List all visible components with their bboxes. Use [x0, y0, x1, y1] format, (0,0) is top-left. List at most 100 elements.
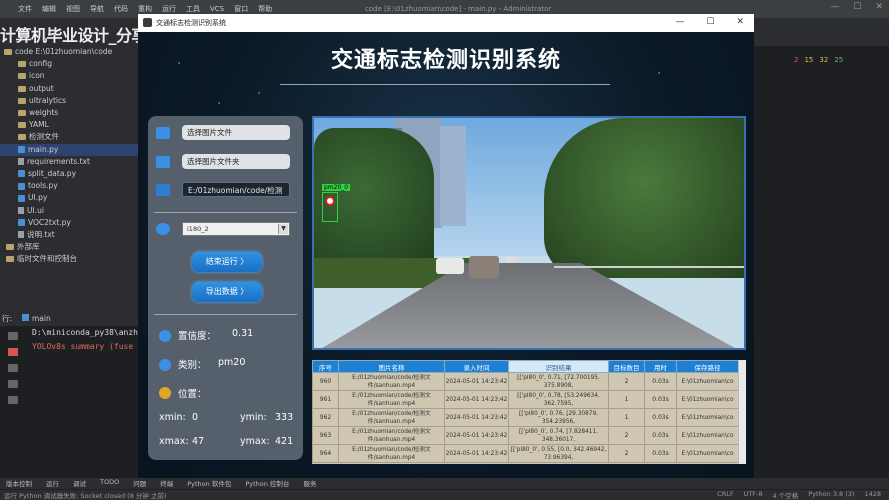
scroll-icon[interactable] [8, 364, 18, 372]
model-select[interactable]: i180_2 ▼ [182, 222, 290, 236]
close-icon[interactable]: ✕ [875, 2, 883, 12]
run-tab[interactable]: 行: main [0, 312, 138, 326]
table-row[interactable]: 963 E:/01zhuomian/code/检测文件/sanhuan.mp4 … [312, 426, 739, 445]
menu-help[interactable]: 帮助 [258, 4, 272, 14]
column-header-selected[interactable]: 识别结果 [508, 360, 609, 373]
tab-todo[interactable]: TODO [100, 478, 119, 489]
run-line: YOLOv8s summary (fuse [32, 342, 134, 351]
menu-run[interactable]: 运行 [162, 4, 176, 14]
column-header[interactable]: 用时 [644, 360, 677, 373]
column-header[interactable]: 目标数目 [608, 360, 645, 373]
print-icon[interactable] [8, 380, 18, 388]
tree-item[interactable]: requirements.txt [0, 156, 138, 168]
cell-save-path: E:\01zhuomian\co [676, 390, 739, 409]
folder-icon[interactable] [156, 155, 170, 168]
image-building [440, 126, 466, 226]
cell-duration: 0.03s [644, 426, 677, 445]
tree-item[interactable]: output [0, 83, 138, 95]
table-row[interactable]: 961 E:/01zhuomian/code/检测文件/sanhuan.mp4 … [312, 390, 739, 409]
tree-item[interactable]: VOC2txt.py [0, 217, 138, 229]
tree-item[interactable]: tools.py [0, 180, 138, 192]
tree-item-external-libs[interactable]: 外部库 [0, 241, 138, 253]
tab-run[interactable]: 运行 [46, 478, 59, 489]
result-table: 序号 图片名称 录入时间 识别结果 目标数目 用时 保存路径 960 E:/01… [312, 360, 746, 464]
chevron-down-icon[interactable]: ▼ [278, 224, 288, 234]
table-header-row: 序号 图片名称 录入时间 识别结果 目标数目 用时 保存路径 [312, 360, 739, 373]
tree-item[interactable]: 检测文件 [0, 131, 138, 143]
column-header[interactable]: 序号 [312, 360, 339, 373]
choose-image-button[interactable]: 选择图片文件 [182, 125, 290, 140]
menu-vcs[interactable]: VCS [210, 5, 224, 13]
weak-warning-count: 32 [819, 56, 829, 64]
cell-time: 2024-05-01 14:23:42 [444, 408, 509, 427]
menu-edit[interactable]: 编辑 [42, 4, 56, 14]
menu-file[interactable]: 文件 [18, 4, 32, 14]
menu-code[interactable]: 代码 [114, 4, 128, 14]
tree-item-main-py[interactable]: main.py [0, 143, 138, 156]
column-header[interactable]: 图片名称 [338, 360, 445, 373]
export-data-button[interactable]: 导出数据 〉 [192, 282, 262, 302]
image-car [469, 256, 499, 278]
tab-python-console[interactable]: Python 控制台 [245, 478, 289, 489]
delete-icon[interactable] [8, 396, 18, 404]
line-separator[interactable]: CRLF [717, 490, 733, 500]
tab-python-packages[interactable]: Python 软件包 [187, 478, 231, 489]
project-root[interactable]: code E:\01zhuomian\code [0, 46, 138, 58]
folder-icon [18, 73, 26, 80]
encoding[interactable]: UTF-8 [744, 490, 763, 500]
ymax-value: 421 [275, 436, 294, 447]
run-output: D:\miniconda_py38\anzh YOLOv8s summary (… [0, 326, 138, 354]
tree-item[interactable]: 说明.txt [0, 229, 138, 241]
tree-item[interactable]: split_data.py [0, 168, 138, 180]
tab-terminal[interactable]: 终端 [160, 478, 173, 489]
tree-item[interactable]: icon [0, 70, 138, 82]
stop-run-button[interactable]: 结束运行 〉 [192, 252, 262, 272]
tree-item[interactable]: ultralytics [0, 95, 138, 107]
cell-count: 1 [608, 408, 645, 427]
tree-item[interactable]: config [0, 58, 138, 70]
stop-icon[interactable] [8, 348, 18, 356]
tree-item[interactable]: YAML [0, 119, 138, 131]
table-row[interactable]: 960 E:/01zhuomian/code/检测文件/sanhuan.mp4 … [312, 372, 739, 391]
rerun-icon[interactable] [8, 332, 18, 340]
image-trees-right [544, 118, 744, 278]
close-icon[interactable]: ✕ [736, 17, 744, 27]
ymin-value: 333 [275, 412, 294, 423]
cell-time: 2024-05-01 14:23:42 [444, 390, 509, 409]
tree-item[interactable]: weights [0, 107, 138, 119]
menu-tools[interactable]: 工具 [186, 4, 200, 14]
folder-icon [4, 49, 12, 56]
path-input[interactable]: E:/01zhuomian/code/检测 [182, 182, 290, 197]
menu-refactor[interactable]: 重构 [138, 4, 152, 14]
cell-filename: E:/01zhuomian/code/检测文件/sanhuan.mp4 [338, 390, 445, 409]
choose-folder-button[interactable]: 选择图片文件夹 [182, 154, 290, 169]
indent[interactable]: 4 个空格 [773, 490, 799, 500]
inspection-counts[interactable]: 2 15 32 25 [794, 56, 843, 64]
tree-item[interactable]: UI.py [0, 192, 138, 204]
tab-vcs[interactable]: 版本控制 [6, 478, 32, 489]
column-header[interactable]: 保存路径 [676, 360, 739, 373]
table-row[interactable]: 962 E:/01zhuomian/code/检测文件/sanhuan.mp4 … [312, 408, 739, 427]
tab-services[interactable]: 服务 [303, 478, 316, 489]
minimize-icon[interactable]: — [830, 2, 839, 12]
tab-problems[interactable]: 问题 [133, 478, 146, 489]
video-icon[interactable] [156, 183, 170, 196]
minimize-icon[interactable]: — [675, 17, 684, 27]
interpreter[interactable]: Python 3.8 (3) [808, 490, 854, 500]
memory[interactable]: 1428 [864, 490, 881, 500]
model-row: i180_2 ▼ [156, 222, 290, 236]
maximize-icon[interactable]: ☐ [853, 2, 861, 12]
column-header[interactable]: 录入时间 [444, 360, 509, 373]
table-row[interactable]: 964 E:/01zhuomian/code/检测文件/sanhuan.mp4 … [312, 444, 739, 463]
folder-icon [18, 61, 26, 68]
menu-window[interactable]: 窗口 [234, 4, 248, 14]
tree-item-scratches[interactable]: 临时文件和控制台 [0, 253, 138, 265]
menu-navigate[interactable]: 导航 [90, 4, 104, 14]
menu-view[interactable]: 视图 [66, 4, 80, 14]
tree-item[interactable]: UI.ui [0, 204, 138, 216]
table-scrollbar[interactable] [738, 360, 746, 464]
maximize-icon[interactable]: ☐ [706, 17, 714, 27]
tab-debug[interactable]: 调试 [73, 478, 86, 489]
folder-icon [18, 97, 26, 104]
image-file-icon[interactable] [156, 126, 170, 139]
